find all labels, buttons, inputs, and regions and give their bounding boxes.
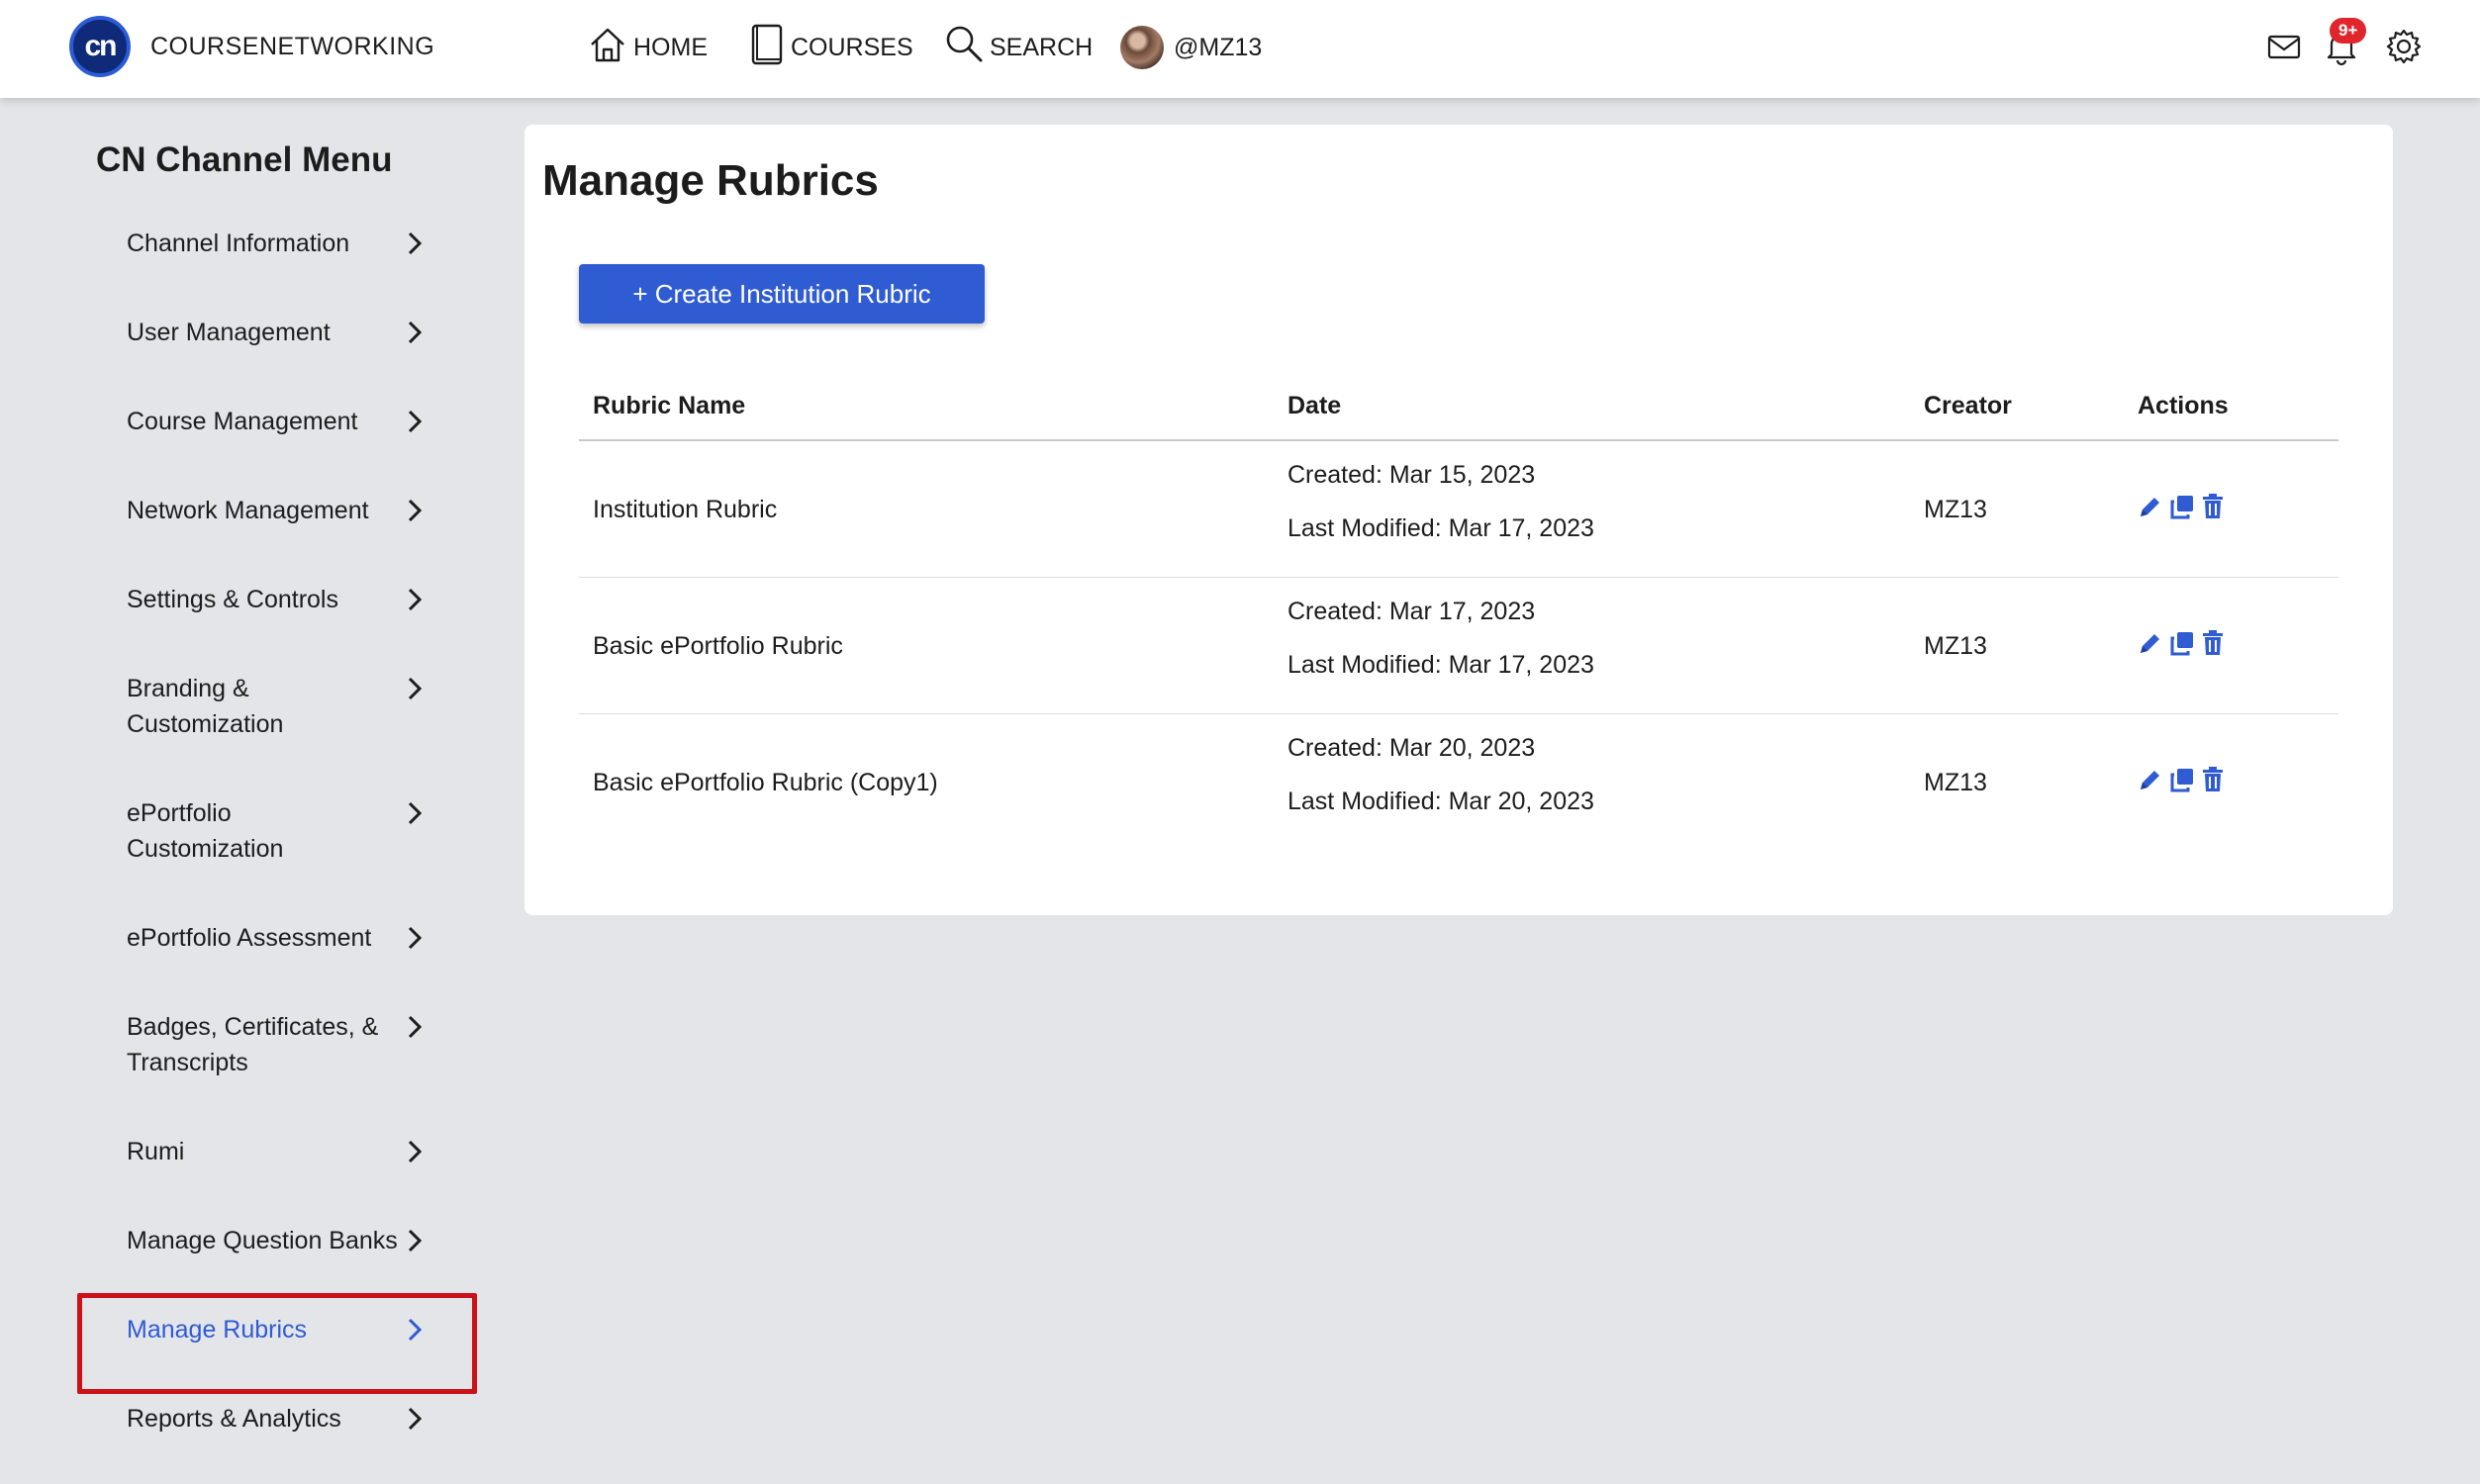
sidebar-item-label: Rumi [127,1138,185,1165]
rubric-name: Basic ePortfolio Rubric (Copy1) [593,769,938,796]
rubric-created-date: Created: Mar 15, 2023 [1288,461,1536,489]
brand[interactable]: cn COURSENETWORKING [69,16,434,77]
trash-icon[interactable] [2200,766,2226,793]
sidebar-item-label: User Management [127,319,331,346]
page-title: Manage Rubrics [542,156,879,205]
gear-icon [2385,28,2423,70]
sidebar-item-label: Manage Question Banks [127,1227,398,1254]
chevron-right-icon [406,1138,424,1175]
chevron-right-icon [406,319,424,356]
chevron-right-icon [406,586,424,623]
sidebar-item-manage-question-banks[interactable]: Manage Question Banks [127,1223,433,1258]
nav-home[interactable]: HOME [586,18,708,77]
sidebar-item-label: Manage Rubrics [127,1316,308,1344]
rubric-creator: MZ13 [1924,496,1987,523]
table-row: Basic ePortfolio Rubric Created: Mar 17,… [579,578,2338,714]
sidebar-item-network-management[interactable]: Network Management [127,493,433,528]
rubric-created-date: Created: Mar 17, 2023 [1288,598,1536,625]
chevron-right-icon [406,1013,424,1051]
table-row: Basic ePortfolio Rubric (Copy1) Created:… [579,714,2338,851]
copy-icon[interactable] [2168,766,2196,793]
sidebar-item-label: Settings & Controls [127,586,338,613]
nav-home-label: HOME [633,33,708,61]
sidebar-item-badges-certificates-transcripts[interactable]: Badges, Certificates, & Transcripts [127,1009,423,1080]
sidebar-item-eportfolio-customization[interactable]: ePortfolio Customization [127,795,423,867]
sidebar-item-label: ePortfolio Customization [127,799,284,863]
column-header-actions: Actions [2138,392,2229,419]
sidebar-item-rumi[interactable]: Rumi [127,1134,433,1169]
sidebar-item-label: ePortfolio Assessment [127,924,372,952]
copy-icon[interactable] [2168,493,2196,520]
messages-button[interactable] [2266,24,2302,73]
chevron-right-icon [406,408,424,445]
rubric-name: Institution Rubric [593,496,778,523]
rubric-created-date: Created: Mar 20, 2023 [1288,734,1536,762]
rubric-creator: MZ13 [1924,632,1987,660]
home-icon [586,23,633,73]
pencil-icon[interactable] [2137,629,2164,657]
sidebar-item-reports-analytics[interactable]: Reports & Analytics [127,1401,433,1437]
sidebar-item-settings-controls[interactable]: Settings & Controls [127,582,433,617]
rubric-modified-date: Last Modified: Mar 20, 2023 [1288,788,1594,815]
nav-search-label: SEARCH [990,33,1094,61]
row-actions [2137,493,2230,520]
mail-icon [2266,32,2302,66]
sidebar-item-channel-information[interactable]: Channel Information [127,226,433,261]
sidebar-item-course-management[interactable]: Course Management [127,404,433,439]
sidebar-item-user-management[interactable]: User Management [127,315,433,350]
table-row: Institution Rubric Created: Mar 15, 2023… [579,441,2338,578]
book-icon [747,22,791,74]
avatar[interactable] [1120,26,1164,69]
chevron-right-icon [406,924,424,962]
chevron-right-icon [406,230,424,267]
chevron-right-icon [406,1227,424,1264]
nav-user-label: @MZ13 [1174,33,1263,61]
nav-courses[interactable]: COURSES [747,18,913,77]
pencil-icon[interactable] [2137,766,2164,793]
sidebar-item-manage-rubrics[interactable]: Manage Rubrics [127,1312,433,1347]
column-header-creator: Creator [1924,392,2012,419]
trash-icon[interactable] [2200,493,2226,520]
chevron-right-icon [406,799,424,837]
trash-icon[interactable] [2200,629,2226,657]
sidebar-item-label: Network Management [127,497,369,524]
column-header-rubric-name: Rubric Name [593,392,746,419]
nav-search[interactable]: SEARCH [942,18,1093,77]
brand-name[interactable]: COURSENETWORKING [150,33,434,61]
chevron-right-icon [406,497,424,534]
row-actions [2137,629,2230,657]
sidebar-item-label: Badges, Certificates, & Transcripts [127,1013,379,1076]
create-institution-rubric-button[interactable]: + Create Institution Rubric [579,264,985,324]
row-actions [2137,766,2230,793]
notification-badge: 9+ [2330,18,2367,44]
chevron-right-icon [406,675,424,712]
top-navigation-bar: cn COURSENETWORKING HOME COURSES SEARCH … [0,0,2480,98]
logo[interactable]: cn [69,16,131,77]
rubric-creator: MZ13 [1924,769,1987,796]
pencil-icon[interactable] [2137,493,2164,520]
rubric-modified-date: Last Modified: Mar 17, 2023 [1288,514,1594,542]
copy-icon[interactable] [2168,629,2196,657]
sidebar-item-label: Course Management [127,408,358,435]
rubric-name: Basic ePortfolio Rubric [593,632,843,660]
column-header-date: Date [1288,392,1342,419]
sidebar-title: CN Channel Menu [96,140,393,179]
settings-button[interactable] [2385,24,2423,73]
sidebar-item-label: Reports & Analytics [127,1405,341,1433]
main-panel: Manage Rubrics + Create Institution Rubr… [525,125,2393,915]
search-icon [942,23,990,73]
rubric-modified-date: Last Modified: Mar 17, 2023 [1288,651,1594,679]
sidebar-item-eportfolio-assessment[interactable]: ePortfolio Assessment [127,920,433,956]
chevron-right-icon [406,1316,424,1353]
chevron-right-icon [406,1405,424,1442]
nav-courses-label: COURSES [791,33,913,61]
sidebar-item-label: Channel Information [127,230,350,257]
nav-user-profile[interactable]: @MZ13 [1120,18,1262,77]
sidebar-item-branding-customization[interactable]: Branding & Customization [127,671,423,742]
sidebar-item-label: Branding & Customization [127,675,284,738]
